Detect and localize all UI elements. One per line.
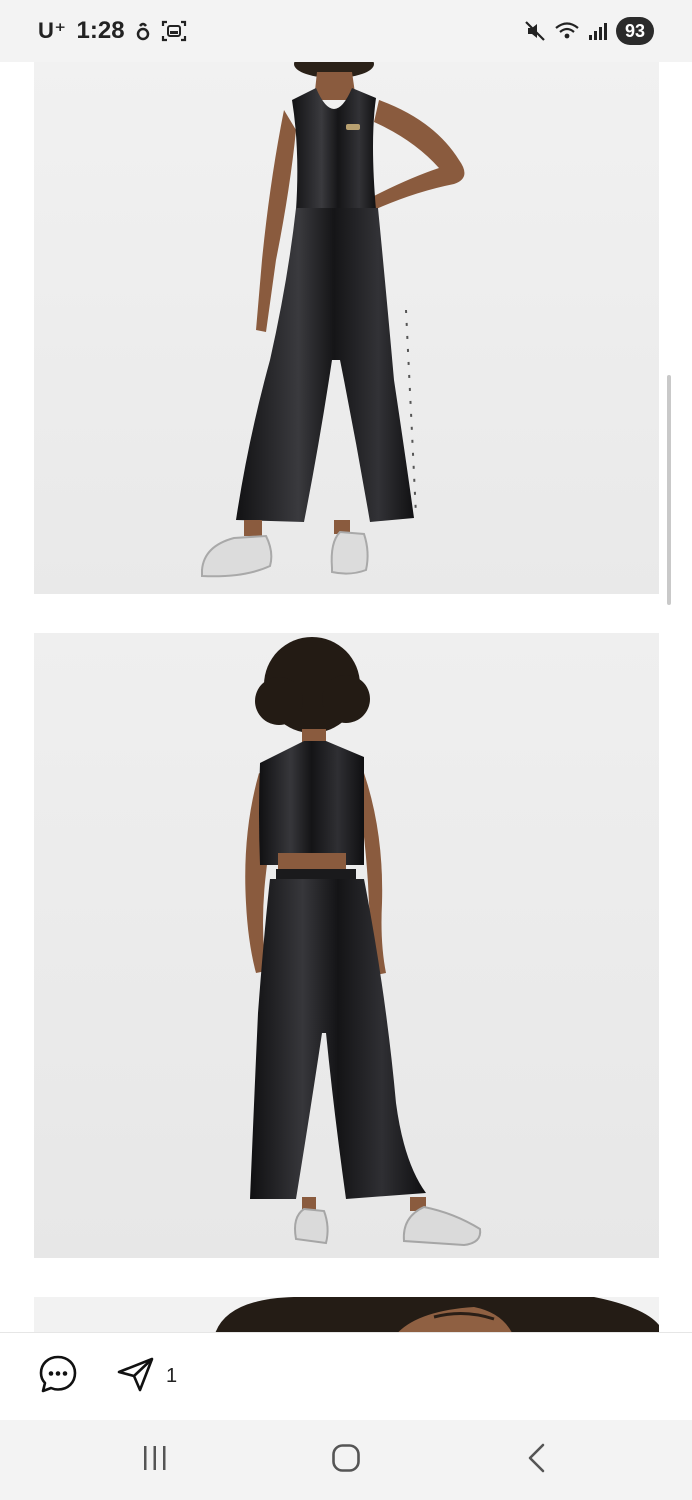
carrier-label: U⁺ [38,18,67,43]
back-button[interactable] [497,1430,577,1490]
home-button[interactable] [306,1430,386,1490]
scrollbar-thumb[interactable] [667,375,671,605]
signal-icon [588,21,608,41]
home-icon [330,1442,362,1479]
send-icon [116,1354,156,1399]
product-photo-front[interactable] [34,62,659,594]
model-front-image [34,62,659,594]
model-head-image [34,1297,659,1332]
post-action-bar: 1 [0,1332,692,1420]
recent-apps-icon [140,1443,170,1478]
battery-indicator: 93 [615,17,654,45]
clock: 1:28 [76,17,125,44]
comment-button[interactable] [38,1354,78,1399]
product-photo-back[interactable] [34,633,659,1258]
mute-icon [524,20,546,42]
comment-icon [38,1354,78,1399]
status-right: 93 [524,17,654,45]
product-photo-closeup[interactable] [34,1297,659,1332]
share-button[interactable]: 1 [116,1354,177,1399]
share-count: 1 [166,1365,178,1387]
screenshot-icon [161,19,187,43]
recent-apps-button[interactable] [115,1430,195,1490]
status-left: U⁺ 1:28 [38,17,187,45]
system-nav-bar [0,1420,692,1500]
image-feed[interactable] [0,62,692,1332]
touch-icon [135,20,151,42]
back-icon [525,1442,549,1479]
model-back-image [34,633,659,1258]
status-bar: U⁺ 1:28 93 [0,0,692,62]
wifi-icon [554,20,580,42]
